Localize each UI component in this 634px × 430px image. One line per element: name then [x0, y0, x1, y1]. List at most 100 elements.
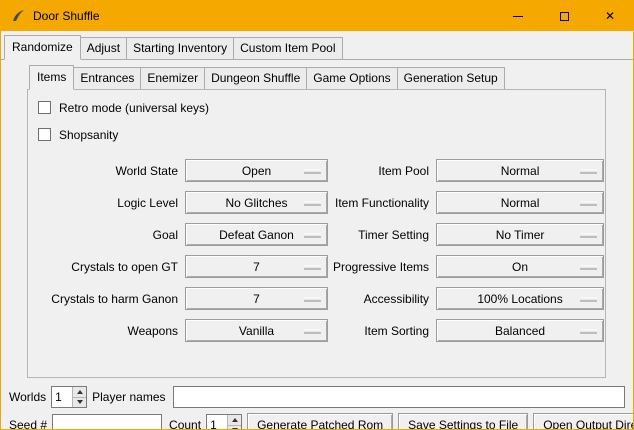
- window-title: Door Shuffle: [33, 9, 100, 23]
- player-names-label: Player names: [92, 390, 165, 404]
- maximize-icon: [560, 12, 569, 21]
- player-names-input[interactable]: [173, 386, 626, 408]
- dropdown-indicator-icon: [580, 297, 597, 300]
- dropdown-accessibility[interactable]: 100% Locations: [436, 287, 604, 310]
- shopsanity-checkbox-box[interactable]: [38, 128, 51, 141]
- dropdown-indicator-icon: [580, 201, 597, 204]
- worlds-input[interactable]: [52, 387, 72, 407]
- world-state-value: Open: [242, 164, 271, 178]
- tab-items[interactable]: Items: [29, 65, 74, 90]
- count-input[interactable]: [207, 415, 227, 430]
- logic-level-label: Logic Level: [28, 196, 180, 210]
- weapons-value: Vanilla: [239, 324, 274, 338]
- dropdown-indicator-icon: [304, 297, 321, 300]
- item-sorting-label: Item Sorting: [333, 324, 431, 338]
- spin-up-button[interactable]: [228, 415, 241, 426]
- dropdown-item-pool[interactable]: Normal: [436, 159, 604, 182]
- count-spin-arrows: [227, 415, 241, 430]
- item-functionality-value: Normal: [501, 196, 540, 210]
- worlds-row: Worlds Player names: [9, 386, 625, 408]
- seed-input[interactable]: [52, 414, 162, 430]
- timer-setting-value: No Timer: [496, 228, 545, 242]
- spin-down-button[interactable]: [228, 426, 241, 430]
- checkbox-shopsanity[interactable]: Shopsanity: [38, 126, 605, 143]
- app-window: Door Shuffle ✕ Randomize Adjust Starting…: [0, 0, 634, 430]
- retro-mode-checkbox-box[interactable]: [38, 101, 51, 114]
- dropdown-goal[interactable]: Defeat Ganon: [185, 223, 328, 246]
- item-functionality-label: Item Functionality: [333, 196, 431, 210]
- save-settings-button[interactable]: Save Settings to File: [398, 413, 528, 430]
- worlds-spin-arrows: [72, 387, 86, 407]
- count-label: Count: [169, 418, 201, 430]
- tab-dungeon-shuffle[interactable]: Dungeon Shuffle: [204, 67, 307, 89]
- inner-tab-bar: Items Entrances Enemizer Dungeon Shuffle…: [27, 65, 606, 89]
- generate-patched-rom-button[interactable]: Generate Patched Rom: [247, 413, 393, 430]
- dropdown-crystals-harm-ganon[interactable]: 7: [185, 287, 328, 310]
- dropdown-crystals-open-gt[interactable]: 7: [185, 255, 328, 278]
- logic-level-value: No Glitches: [225, 196, 287, 210]
- count-spinner[interactable]: [206, 414, 242, 430]
- dropdown-indicator-icon: [304, 201, 321, 204]
- seed-label: Seed #: [9, 418, 47, 430]
- world-state-label: World State: [28, 164, 180, 178]
- goal-label: Goal: [28, 228, 180, 242]
- tab-enemizer[interactable]: Enemizer: [140, 67, 205, 89]
- crystals-harm-ganon-label: Crystals to harm Ganon: [28, 292, 180, 306]
- open-output-directory-button[interactable]: Open Output Directory: [533, 413, 634, 430]
- titlebar: Door Shuffle ✕: [1, 1, 633, 31]
- crystals-open-gt-value: 7: [253, 260, 260, 274]
- spin-down-button[interactable]: [73, 398, 86, 408]
- options-grid: World State Open Item Pool Normal Logic …: [28, 153, 605, 342]
- worlds-spinner[interactable]: [51, 386, 87, 408]
- dropdown-weapons[interactable]: Vanilla: [185, 319, 328, 342]
- close-button[interactable]: ✕: [587, 1, 633, 31]
- minimize-button[interactable]: [495, 1, 541, 31]
- seed-row: Seed # Count Generate Patched Rom Save S…: [9, 413, 625, 430]
- window-controls: ✕: [495, 1, 633, 31]
- dropdown-progressive-items[interactable]: On: [436, 255, 604, 278]
- retro-mode-checkbox-label: Retro mode (universal keys): [59, 101, 209, 115]
- dropdown-item-functionality[interactable]: Normal: [436, 191, 604, 214]
- accessibility-label: Accessibility: [333, 292, 431, 306]
- items-pane: Retro mode (universal keys) Shopsanity W…: [27, 89, 606, 378]
- outer-tab-bar: Randomize Adjust Starting Inventory Cust…: [1, 31, 633, 60]
- tab-starting-inventory[interactable]: Starting Inventory: [126, 37, 234, 59]
- checkbox-retro-mode[interactable]: Retro mode (universal keys): [38, 99, 605, 116]
- minimize-icon: [513, 16, 523, 17]
- dropdown-indicator-icon: [304, 265, 321, 268]
- maximize-button[interactable]: [541, 1, 587, 31]
- close-icon: ✕: [605, 10, 615, 22]
- crystals-harm-ganon-value: 7: [253, 292, 260, 306]
- dropdown-world-state[interactable]: Open: [185, 159, 328, 182]
- arrow-down-icon: [77, 400, 83, 404]
- crystals-open-gt-label: Crystals to open GT: [28, 260, 180, 274]
- goal-value: Defeat Ganon: [219, 228, 294, 242]
- item-pool-label: Item Pool: [333, 164, 431, 178]
- timer-setting-label: Timer Setting: [333, 228, 431, 242]
- progressive-items-value: On: [512, 260, 528, 274]
- tab-entrances[interactable]: Entrances: [73, 67, 141, 89]
- tab-adjust[interactable]: Adjust: [80, 37, 127, 59]
- dropdown-timer-setting[interactable]: No Timer: [436, 223, 604, 246]
- tab-game-options[interactable]: Game Options: [306, 67, 397, 89]
- tab-randomize[interactable]: Randomize: [4, 35, 81, 60]
- dropdown-indicator-icon: [580, 169, 597, 172]
- bottom-bar: Worlds Player names Seed # Count: [1, 378, 633, 430]
- arrow-up-icon: [232, 418, 238, 422]
- accessibility-value: 100% Locations: [477, 292, 562, 306]
- dropdown-indicator-icon: [304, 329, 321, 332]
- inner-notebook: Items Entrances Enemizer Dungeon Shuffle…: [27, 65, 606, 378]
- dropdown-indicator-icon: [304, 169, 321, 172]
- arrow-up-icon: [77, 390, 83, 394]
- shopsanity-checkbox-label: Shopsanity: [59, 128, 118, 142]
- weapons-label: Weapons: [28, 324, 180, 338]
- item-pool-value: Normal: [501, 164, 540, 178]
- spin-up-button[interactable]: [73, 387, 86, 398]
- tab-custom-item-pool[interactable]: Custom Item Pool: [233, 37, 342, 59]
- dropdown-logic-level[interactable]: No Glitches: [185, 191, 328, 214]
- dropdown-indicator-icon: [580, 329, 597, 332]
- dropdown-item-sorting[interactable]: Balanced: [436, 319, 604, 342]
- dropdown-indicator-icon: [304, 233, 321, 236]
- tab-generation-setup[interactable]: Generation Setup: [397, 67, 505, 89]
- item-sorting-value: Balanced: [495, 324, 545, 338]
